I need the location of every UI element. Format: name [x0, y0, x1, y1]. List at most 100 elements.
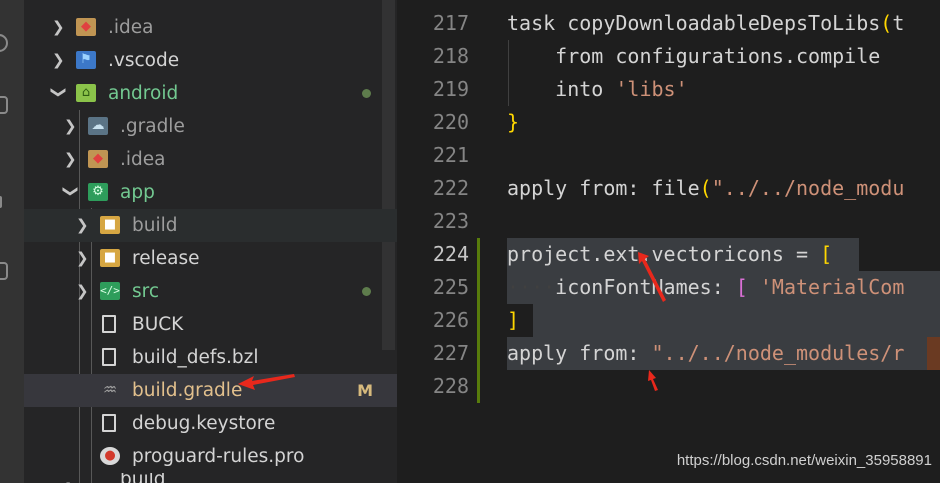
code-line-227: apply from: "../../node_modules/r: [507, 337, 904, 370]
tree-item-label: build.gradle: [132, 380, 243, 401]
code-token: [: [820, 242, 833, 266]
whitespace-marker: ····: [507, 275, 556, 299]
tree-item-debug-keystore[interactable]: debug.keystore: [24, 407, 397, 440]
code-line-219: into 'libs': [507, 73, 688, 106]
folder-src-icon: </>: [100, 282, 120, 300]
tree-item-label: debug.keystore: [132, 413, 276, 434]
tree-item-src[interactable]: ❯ </> src: [24, 275, 397, 308]
line-number: 217: [432, 11, 469, 35]
tree-item-gradle[interactable]: ❯ ☁ .gradle: [24, 110, 397, 143]
tree-item-idea[interactable]: ❯ ◆ .idea: [24, 11, 397, 44]
line-number: 223: [432, 209, 469, 233]
annotation-arrow: [638, 252, 666, 302]
tree-item-vscode[interactable]: ❯ ⚑ .vscode: [24, 44, 397, 77]
code-token: t: [892, 11, 905, 35]
modified-dot: [362, 89, 371, 98]
code-line-225: ····iconFontNames: [ 'MaterialCom: [507, 271, 904, 304]
tree-item-label: build: [132, 215, 178, 236]
folder-idea-icon: ◆: [88, 150, 108, 168]
annotation-arrow-shape: [648, 370, 658, 391]
tree-item-label: .idea: [120, 149, 166, 170]
chevron-right-icon: ❯: [64, 117, 77, 135]
extensions-icon[interactable]: [0, 196, 2, 208]
code-token: apply from: file: [507, 176, 700, 200]
tree-item-label: src: [132, 281, 160, 302]
chevron-right-icon: ❯: [52, 51, 65, 69]
watermark-text: https://blog.csdn.net/weixin_35958891: [676, 452, 932, 469]
activity-bar: [0, 0, 24, 483]
code-token: [: [735, 275, 748, 299]
code-token: into: [507, 77, 616, 101]
code-line-217: task copyDownloadableDepsToLibs(t: [507, 7, 904, 40]
line-number: 227: [432, 341, 469, 365]
tree-item-release[interactable]: ❯ ■ release: [24, 242, 397, 275]
tree-item-label: build: [120, 473, 166, 483]
annotation-arrow: [238, 374, 295, 390]
tree-item-build-defs[interactable]: build_defs.bzl: [24, 341, 397, 374]
file-icon: [102, 315, 116, 333]
folder-icon: ■: [100, 249, 120, 267]
line-number: 222: [432, 176, 469, 200]
tree-item-build[interactable]: ❯ ■ build: [24, 209, 397, 242]
tree-item-idea[interactable]: ❯ ◆ .idea: [24, 143, 397, 176]
annotation-arrow-shape: [638, 252, 666, 302]
line-number: 228: [432, 374, 469, 398]
code-editor[interactable]: 217 218 219 220 221 222 223 224 225 226 …: [397, 0, 940, 483]
chevron-right-icon: ❯: [76, 282, 89, 300]
code-token: apply from:: [507, 341, 652, 365]
chevron-right-icon: ❯: [76, 216, 89, 234]
line-number: 225: [432, 275, 469, 299]
tree-item-label: app: [120, 182, 155, 203]
tree-item-label: proguard-rules.pro: [132, 446, 305, 467]
code-line-218: from configurations.compile: [507, 40, 880, 73]
code-line-220: }: [507, 106, 519, 139]
line-number: 221: [432, 143, 469, 167]
code-token: (: [699, 176, 712, 200]
code-line-226: ]: [507, 304, 519, 337]
code-token: from configurations.compile: [507, 44, 881, 68]
tree-item-android[interactable]: ❯ ⌂ android: [24, 77, 397, 110]
tree-item-label: BUCK: [132, 314, 184, 335]
tree-item-app[interactable]: ❯ ⚙ app: [24, 176, 397, 209]
folder-vscode-icon: ⚑: [76, 51, 96, 69]
folder-android-icon: ⌂: [76, 84, 96, 102]
code-token: 'libs': [615, 77, 688, 101]
modified-dot: [362, 287, 371, 296]
chevron-right-icon: ❯: [52, 18, 65, 36]
line-number: 224: [432, 242, 469, 266]
selection-highlight: [533, 304, 940, 337]
remote-explorer-icon[interactable]: [0, 262, 8, 280]
tree-item-buck[interactable]: BUCK: [24, 308, 397, 341]
text-cursor-highlight: [927, 337, 940, 370]
code-token: }: [507, 110, 520, 134]
tree-item-build[interactable]: ❯ build: [24, 473, 397, 483]
chevron-down-icon: ❯: [62, 185, 80, 198]
code-token: (: [880, 11, 893, 35]
tree-item-build-gradle[interactable]: ♒ build.gradle M: [24, 374, 397, 407]
code-line-224: project.ext.vectoricons = [: [507, 238, 832, 271]
tree-item-label: release: [132, 248, 200, 269]
code-token: "../../node_modu: [711, 176, 905, 200]
annotation-arrow: [648, 370, 658, 391]
folder-idea-icon: ◆: [76, 18, 96, 36]
tree-item-proguard[interactable]: ● proguard-rules.pro: [24, 440, 397, 473]
debug-icon[interactable]: [0, 96, 8, 114]
code-token: "../../node_modules/r: [651, 341, 905, 365]
gradle-elephant-icon: ♒: [102, 380, 118, 399]
tree-item-label: .idea: [108, 17, 154, 38]
chevron-right-icon: ❯: [64, 150, 77, 168]
folder-icon: ■: [100, 216, 120, 234]
modified-badge: M: [357, 381, 373, 400]
chevron-down-icon: ❯: [50, 86, 68, 99]
folder-gradle-icon: ☁: [88, 117, 108, 135]
code-token: 'MaterialCom: [747, 275, 905, 299]
source-control-icon[interactable]: [0, 34, 8, 52]
file-icon: [102, 348, 116, 366]
annotation-arrow-shape: [238, 374, 295, 390]
tree-item-label: .vscode: [108, 50, 180, 71]
code-line-222: apply from: file("../../node_modu: [507, 172, 904, 205]
line-number: 226: [432, 308, 469, 332]
diff-added-gutter: [477, 238, 480, 403]
file-icon: [102, 414, 116, 432]
line-number: 220: [432, 110, 469, 134]
